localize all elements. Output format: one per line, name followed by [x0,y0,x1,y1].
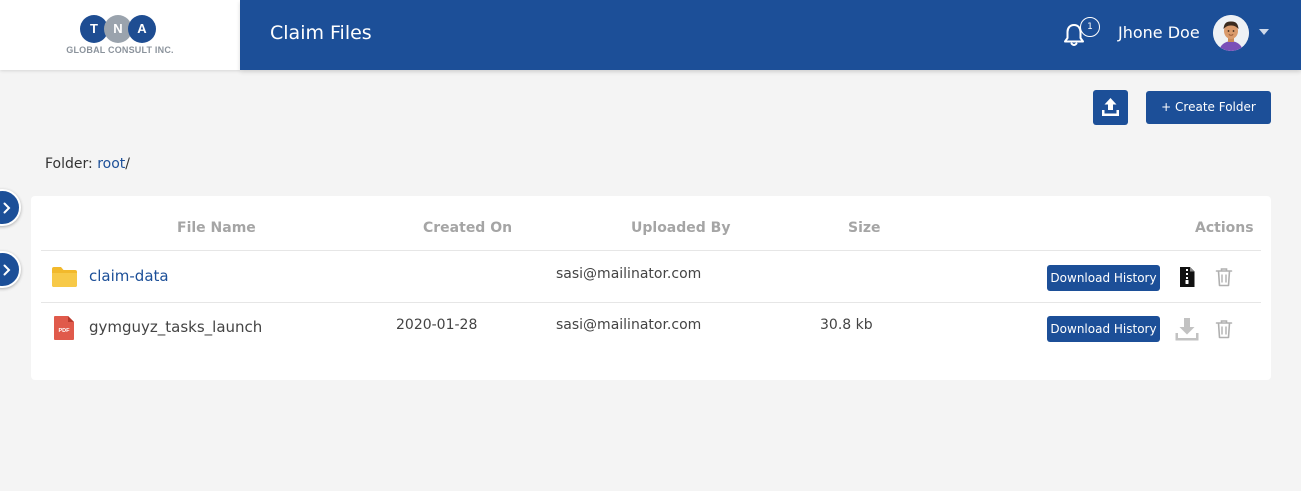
chevron-right-icon [3,264,11,276]
column-header-size: Size [848,220,881,236]
breadcrumb-root-link[interactable]: root [97,156,125,172]
sidebar-toggle-button[interactable] [0,189,21,226]
breadcrumb-label: Folder: [45,156,98,172]
user-name[interactable]: Jhone Doe [1118,23,1200,42]
row-divider [41,302,1261,303]
chevron-right-icon [3,202,11,214]
avatar[interactable] [1213,15,1249,51]
page-title: Claim Files [270,22,372,44]
size-cell: 30.8 kb [820,317,873,333]
folder-link[interactable]: claim-data [89,267,169,285]
column-header-file-name: File Name [177,220,256,236]
files-table: File Name Created On Uploaded By Size Ac… [31,196,1271,380]
notification-badge: 1 [1080,17,1100,37]
download-history-button[interactable]: Download History [1047,316,1160,342]
column-header-uploaded-by: Uploaded By [631,220,731,236]
header-divider [41,250,1261,251]
trash-icon[interactable] [1215,267,1233,291]
trash-icon[interactable] [1215,319,1233,343]
breadcrumb: Folder: root/ [45,156,130,172]
column-header-actions: Actions [1195,220,1254,236]
pdf-icon: PDF [53,315,75,345]
create-folder-button[interactable]: + Create Folder [1146,91,1271,124]
svg-text:PDF: PDF [59,328,71,334]
uploaded-by-cell: sasi@mailinator.com [556,266,702,282]
caret-down-icon[interactable] [1259,29,1269,35]
breadcrumb-separator: / [125,156,130,172]
created-on-cell: 2020-01-28 [396,317,478,333]
logo-letter: A [128,15,156,43]
top-bar: Claim Files 1 Jhone Doe [240,0,1301,70]
folder-icon [51,266,78,292]
uploaded-by-cell: sasi@mailinator.com [556,317,702,333]
upload-icon [1102,98,1119,116]
sidebar-toggle-button[interactable] [0,251,21,288]
download-history-button[interactable]: Download History [1047,265,1160,291]
file-name-cell[interactable]: gymguyz_tasks_launch [89,318,262,336]
download-icon[interactable] [1174,316,1200,346]
logo-subtitle: GLOBAL CONSULT INC. [66,45,174,55]
column-header-created-on: Created On [423,220,513,236]
logo: T N A GLOBAL CONSULT INC. [0,0,240,70]
zip-file-icon[interactable] [1178,266,1196,292]
upload-button[interactable] [1093,90,1128,125]
